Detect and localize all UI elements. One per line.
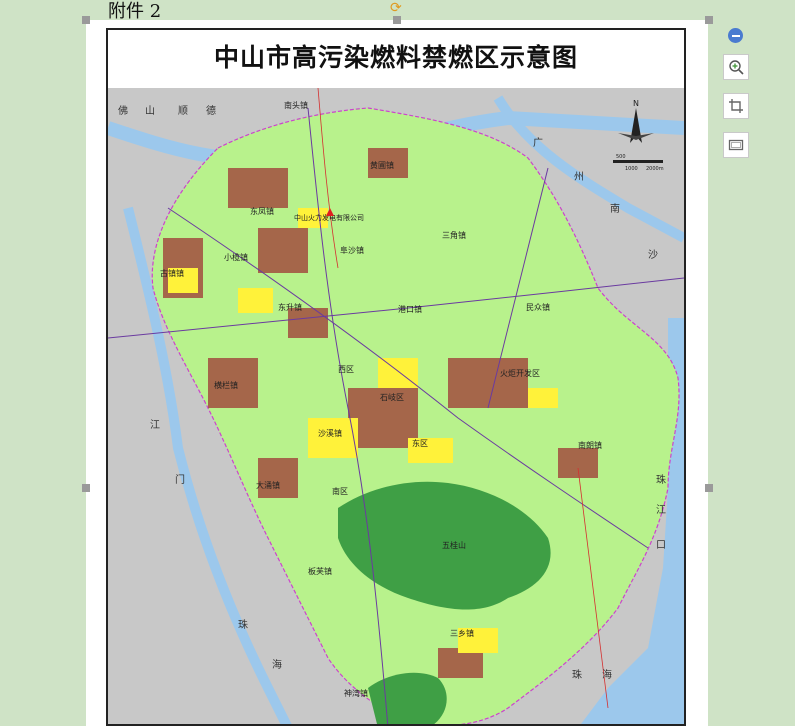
svg-text:顺: 顺 [178, 105, 188, 117]
svg-text:东区: 东区 [412, 438, 428, 448]
svg-text:三角镇: 三角镇 [442, 230, 466, 240]
svg-text:门: 门 [175, 473, 185, 486]
svg-text:佛: 佛 [118, 104, 128, 117]
frame-icon [728, 139, 744, 151]
svg-text:南区: 南区 [332, 486, 348, 496]
resize-handle-top-left[interactable] [82, 16, 90, 24]
svg-text:东凤镇: 东凤镇 [250, 206, 274, 216]
svg-text:东升镇: 东升镇 [278, 302, 302, 312]
scale-bar: 500 1000 2000m [613, 154, 664, 172]
frame-button[interactable] [723, 132, 749, 158]
svg-text:三乡镇: 三乡镇 [450, 628, 474, 638]
svg-text:小榄镇: 小榄镇 [224, 252, 248, 262]
svg-text:五桂山: 五桂山 [442, 540, 466, 550]
svg-text:黄圃镇: 黄圃镇 [370, 160, 394, 170]
svg-text:石岐区: 石岐区 [380, 392, 404, 402]
svg-text:大涌镇: 大涌镇 [256, 480, 280, 490]
zoom-out-button[interactable] [728, 28, 743, 43]
svg-text:西区: 西区 [338, 365, 354, 374]
zoom-in-icon [729, 60, 744, 75]
resize-handle-top[interactable] [393, 16, 401, 24]
svg-text:海: 海 [272, 658, 282, 671]
svg-text:广: 广 [533, 137, 543, 149]
svg-text:珠: 珠 [572, 668, 582, 681]
crop-button[interactable] [723, 93, 749, 119]
svg-text:珠: 珠 [656, 473, 666, 486]
map-area: N 500 1000 2000m 佛 山 顺 德 广 州 南 沙 江 门 珠 海… [108, 88, 684, 724]
svg-text:港口镇: 港口镇 [398, 304, 422, 314]
svg-text:阜沙镇: 阜沙镇 [340, 245, 364, 255]
crop-icon [729, 99, 743, 113]
svg-text:州: 州 [574, 171, 584, 183]
svg-text:口: 口 [656, 540, 666, 551]
resize-handle-right[interactable] [705, 484, 713, 492]
svg-text:沙溪镇: 沙溪镇 [318, 428, 342, 438]
svg-text:神湾镇: 神湾镇 [344, 688, 368, 698]
svg-text:江: 江 [150, 419, 160, 431]
svg-text:山: 山 [145, 105, 155, 117]
svg-text:1000: 1000 [625, 166, 638, 172]
svg-text:古镇镇: 古镇镇 [160, 268, 184, 278]
map-image[interactable]: 中山市高污染燃料禁燃区示意图 N 500 1000 2000m 佛 山 顺 德 … [106, 28, 686, 726]
svg-text:500: 500 [616, 154, 626, 160]
svg-text:南朗镇: 南朗镇 [578, 440, 602, 450]
minus-icon [731, 34, 740, 37]
svg-text:民众镇: 民众镇 [526, 302, 550, 312]
svg-text:2000m: 2000m [646, 166, 664, 172]
svg-text:板芙镇: 板芙镇 [308, 566, 332, 576]
svg-text:火炬开发区: 火炬开发区 [500, 368, 540, 378]
svg-text:海: 海 [602, 668, 612, 681]
svg-text:珠: 珠 [238, 618, 248, 631]
north-label: N [633, 99, 639, 108]
svg-text:南头镇: 南头镇 [284, 100, 308, 110]
resize-handle-top-right[interactable] [705, 16, 713, 24]
svg-text:南: 南 [610, 202, 620, 215]
svg-text:德: 德 [206, 104, 216, 117]
svg-text:横栏镇: 横栏镇 [214, 380, 238, 390]
svg-text:江: 江 [656, 504, 666, 516]
rotate-handle-icon[interactable]: ⟳ [390, 0, 402, 16]
zoom-in-button[interactable] [723, 54, 749, 80]
map-title: 中山市高污染燃料禁燃区示意图 [108, 30, 684, 89]
svg-text:沙: 沙 [648, 249, 658, 261]
map-svg: N 500 1000 2000m 佛 山 顺 德 广 州 南 沙 江 门 珠 海… [108, 88, 684, 724]
resize-handle-left[interactable] [82, 484, 90, 492]
